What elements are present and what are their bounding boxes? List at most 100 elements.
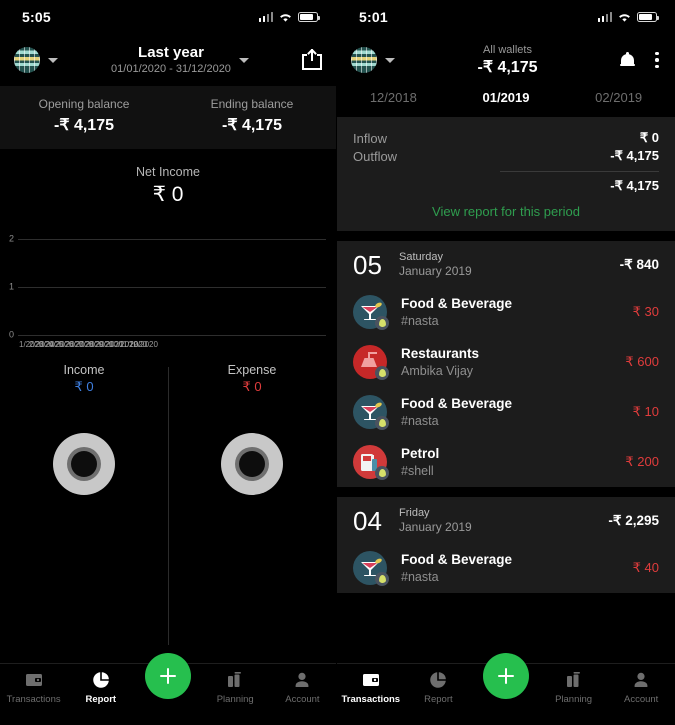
export-share-icon[interactable] (302, 49, 322, 70)
transaction-note: #nasta (401, 414, 439, 428)
wallet-balance: -₹ 4,175 (477, 59, 538, 76)
globe-wallet-icon[interactable] (14, 47, 40, 73)
x-axis-labels: 1/2020 2/2020 3/2020 4/2020 5/2020 6/2020 7/20… (19, 339, 330, 353)
transaction-amount: ₹ 10 (632, 404, 659, 419)
nav-item-transactions[interactable]: Transactions (337, 671, 405, 705)
transaction-group: 04 Friday January 2019 -₹ 2,295 Food & B… (337, 497, 675, 593)
nav-item-report[interactable]: Report (405, 671, 473, 705)
battery-icon (298, 12, 321, 22)
dual-screenshot: 5:05 Last year 01/01/2020 - 31/12/2020 O… (0, 0, 675, 725)
transaction-amount: ₹ 200 (625, 454, 659, 469)
ending-balance-label: Ending balance (210, 97, 294, 111)
income-donut-chart (53, 433, 115, 495)
inflow-label: Inflow (353, 130, 387, 146)
period-flow-summary: Inflow ₹ 0 Outflow -₹ 4,175 -₹ 4,175 Vie… (337, 117, 675, 231)
transaction-note: #nasta (401, 570, 439, 584)
opening-balance: Opening balance -₹ 4,175 (0, 96, 168, 135)
expense-block[interactable]: Expense ₹ 0 (168, 363, 336, 495)
wallet-badge-icon (375, 466, 389, 480)
y-tick-2: 2 (8, 233, 14, 244)
transaction-amount: ₹ 40 (632, 560, 659, 575)
income-expense-summary: Income ₹ 0 Expense ₹ 0 (0, 363, 336, 645)
x-tick-label: 12/2020 (129, 340, 158, 349)
transaction-title: Food & Beverage (401, 552, 513, 567)
outflow-row: Outflow -₹ 4,175 (353, 147, 659, 165)
transaction-title: Food & Beverage (401, 296, 513, 311)
gridline-0: 0 (0, 330, 326, 339)
day-total: -₹ 840 (619, 257, 659, 272)
nav-label: Report (85, 694, 117, 705)
outflow-label: Outflow (353, 148, 398, 164)
nav-item-report[interactable]: Report (67, 671, 134, 705)
transaction-row[interactable]: Food & Beverage #nasta ₹ 10 (337, 387, 675, 437)
battery-icon (637, 12, 660, 22)
net-income-label: Net Income (136, 165, 200, 179)
status-bar: 5:05 (0, 0, 336, 34)
month-tab-current[interactable]: 01/2019 (450, 90, 563, 105)
nav-item-account[interactable]: Account (269, 671, 336, 705)
section-gap (337, 231, 675, 241)
period-selector[interactable]: Last year 01/01/2020 - 31/12/2020 (58, 44, 302, 76)
nav-label: Report (424, 694, 453, 705)
transaction-row[interactable]: Petrol #shell ₹ 200 (337, 437, 675, 487)
nav-label: Transactions (6, 694, 61, 705)
day-number: 05 (353, 250, 382, 280)
period-title: Last year (138, 44, 204, 61)
books-icon (226, 671, 244, 689)
ending-balance-value: -₹ 4,175 (222, 117, 282, 134)
transaction-row[interactable]: Restaurants Ambika Vijay ₹ 600 (337, 337, 675, 387)
nav-item-planning[interactable]: Planning (202, 671, 269, 705)
y-tick-0: 0 (8, 329, 14, 340)
wallet-badge-icon (375, 366, 389, 380)
bottom-navigation: Transactions Report . Planning Account (337, 653, 675, 725)
transaction-row[interactable]: Food & Beverage #nasta ₹ 30 (337, 287, 675, 337)
day-month-year: January 2019 (399, 520, 472, 534)
balance-summary: Opening balance -₹ 4,175 Ending balance … (0, 86, 336, 149)
day-header: 05 Saturday January 2019 -₹ 840 (337, 241, 675, 287)
add-transaction-fab[interactable] (483, 653, 529, 699)
income-value: ₹ 0 (74, 379, 94, 394)
y-tick-1: 1 (8, 281, 14, 292)
add-transaction-fab[interactable] (145, 653, 191, 699)
month-tab-next[interactable]: 02/2019 (562, 90, 675, 105)
more-vertical-icon[interactable] (655, 51, 659, 69)
day-month-year: January 2019 (399, 264, 472, 278)
globe-wallet-icon[interactable] (351, 47, 377, 73)
net-income-value: ₹ 0 (152, 183, 184, 206)
bottom-navigation: Transactions Report . Planning Account (0, 653, 336, 725)
nav-item-planning[interactable]: Planning (540, 671, 608, 705)
transaction-group: 05 Saturday January 2019 -₹ 840 Food & B… (337, 241, 675, 487)
bell-icon[interactable] (620, 51, 635, 69)
opening-balance-label: Opening balance (38, 97, 130, 111)
nav-label: Planning (555, 694, 593, 705)
wifi-icon (619, 13, 630, 22)
chevron-down-icon[interactable] (385, 57, 395, 63)
chart-plot-area[interactable]: 2 1 0 1/2020 2/2020 3/2020 4/2020 5/2020 6/20… (0, 234, 336, 349)
income-block[interactable]: Income ₹ 0 (0, 363, 168, 495)
status-clock: 5:05 (22, 9, 51, 25)
person-icon (293, 671, 311, 689)
day-of-week: Saturday (399, 251, 444, 263)
wallet-badge-icon (375, 416, 389, 430)
pie-chart-icon (92, 671, 110, 689)
transaction-title: Food & Beverage (401, 396, 513, 411)
nav-item-account[interactable]: Account (607, 671, 675, 705)
fuel-pump-icon (353, 445, 389, 480)
view-report-link[interactable]: View report for this period (353, 202, 659, 221)
gridline-1: 1 (0, 282, 326, 291)
flow-divider (499, 171, 659, 172)
transaction-amount: ₹ 600 (625, 354, 659, 369)
status-icons (597, 12, 660, 23)
cocktail-icon (353, 295, 389, 330)
day-header: 04 Friday January 2019 -₹ 2,295 (337, 497, 675, 543)
net-income-chart[interactable]: Net Income ₹ 0 2 1 0 1/2020 2/2020 3/2020 4… (0, 149, 336, 645)
month-tab-prev[interactable]: 12/2018 (337, 90, 450, 105)
nav-label: Transactions (341, 694, 401, 705)
gridline-2: 2 (0, 234, 326, 243)
transaction-row[interactable]: Food & Beverage #nasta ₹ 40 (337, 543, 675, 593)
nav-item-transactions[interactable]: Transactions (0, 671, 67, 705)
chevron-down-icon[interactable] (48, 57, 58, 63)
opening-balance-value: -₹ 4,175 (54, 117, 114, 134)
chevron-down-icon[interactable] (238, 57, 249, 63)
wallet-summary[interactable]: All wallets -₹ 4,175 (395, 43, 620, 77)
